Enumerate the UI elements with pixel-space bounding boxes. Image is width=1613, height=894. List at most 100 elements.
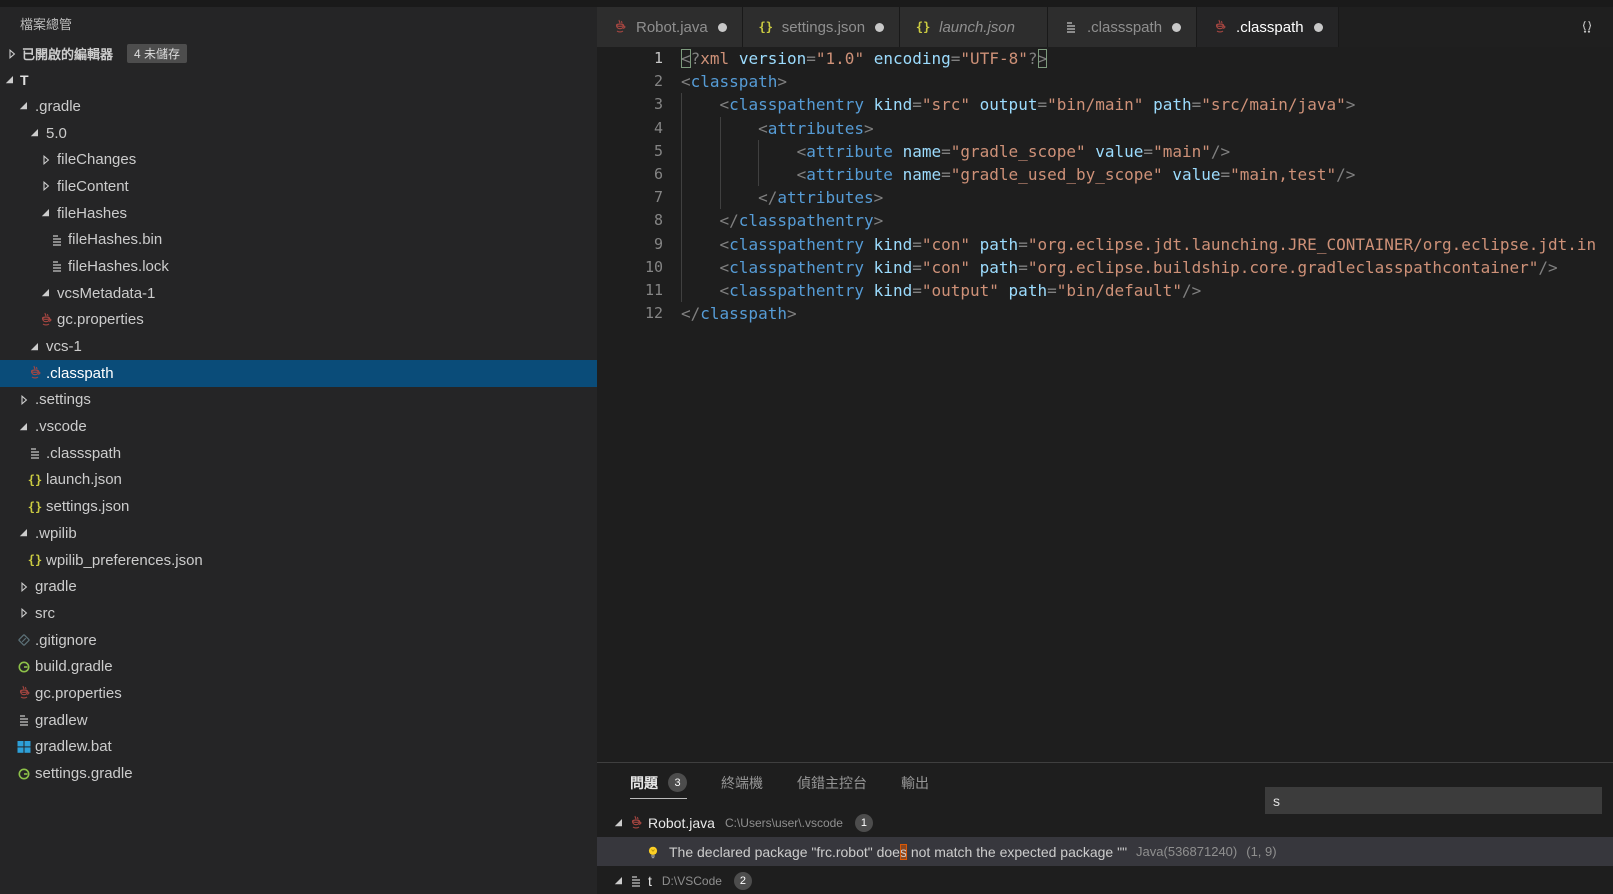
tree-item-build.gradle[interactable]: build.gradle xyxy=(0,653,597,680)
line-number[interactable]: 9 xyxy=(597,233,663,256)
code-line-text[interactable]: <classpath> xyxy=(681,70,787,93)
tab-settings.json[interactable]: {}settings.json xyxy=(743,7,900,47)
tree-item-label: .gitignore xyxy=(35,632,97,649)
twisty-closed-icon[interactable] xyxy=(37,178,55,194)
tree-item-fileHashes.lock[interactable]: fileHashes.lock xyxy=(0,253,597,280)
twisty-open-icon[interactable] xyxy=(37,205,55,221)
code-token: classpathentry xyxy=(729,281,864,300)
code-line-text[interactable]: <?xml version="1.0" encoding="UTF-8"?> xyxy=(681,47,1047,70)
split-editor-icon[interactable] xyxy=(1579,19,1595,35)
twisty-open-icon[interactable] xyxy=(26,339,44,355)
twisty-closed-icon[interactable] xyxy=(15,579,33,595)
code-line-text[interactable]: <attributes> xyxy=(681,117,874,140)
twisty-closed-icon[interactable] xyxy=(15,392,33,408)
tree-item-wpilib_preferences.json[interactable]: {}wpilib_preferences.json xyxy=(0,547,597,574)
tree-item-settings.gradle[interactable]: settings.gradle xyxy=(0,760,597,787)
twisty-closed-icon[interactable] xyxy=(15,605,33,621)
twisty-open-icon[interactable] xyxy=(2,72,18,88)
tree-item-label: vcsMetadata-1 xyxy=(57,285,155,302)
line-number[interactable]: 12 xyxy=(597,302,663,325)
panel-tab-輸出[interactable]: 輸出 xyxy=(901,764,929,801)
code-token: "output" xyxy=(922,281,999,300)
panel-tab-偵錯主控台[interactable]: 偵錯主控台 xyxy=(797,764,867,801)
twisty-open-icon[interactable] xyxy=(15,98,33,114)
code-line-text[interactable]: </attributes> xyxy=(681,186,883,209)
code-line-text[interactable]: <classpathentry kind="con" path="org.ecl… xyxy=(681,233,1596,256)
twisty-open-icon[interactable] xyxy=(37,285,55,301)
line-number[interactable]: 1 xyxy=(597,47,663,70)
line-number[interactable]: 5 xyxy=(597,140,663,163)
tree-item-gc.properties[interactable]: gc.properties xyxy=(0,680,597,707)
tree-item-.gradle[interactable]: .gradle xyxy=(0,93,597,120)
tab-Robot.java[interactable]: Robot.java xyxy=(597,7,743,47)
code-token: = xyxy=(912,235,922,254)
tree-item-vcsMetadata-1[interactable]: vcsMetadata-1 xyxy=(0,280,597,307)
tree-item-src[interactable]: src xyxy=(0,600,597,627)
problems-file-row-t[interactable]: tD:\VSCode2 xyxy=(597,866,1613,894)
tree-item-.vscode[interactable]: .vscode xyxy=(0,413,597,440)
tree-item-5.0[interactable]: 5.0 xyxy=(0,120,597,147)
code-token: classpathentry xyxy=(729,258,864,277)
code-editor[interactable]: 1 <?xml version="1.0" encoding="UTF-8"?> 2… xyxy=(597,47,1613,762)
line-number[interactable]: 4 xyxy=(597,117,663,140)
problems-file-badge: 1 xyxy=(855,814,873,832)
code-token: "org.eclipse.buildship.core.gradleclassp… xyxy=(1028,258,1539,277)
tree-item-label: gradlew xyxy=(35,712,88,729)
problem-row[interactable]: The declared package "frc.robot" does no… xyxy=(597,837,1613,866)
line-number[interactable]: 2 xyxy=(597,70,663,93)
code-line-text[interactable]: </classpathentry> xyxy=(681,209,883,232)
problems-filter xyxy=(1265,787,1602,814)
line-number[interactable]: 8 xyxy=(597,209,663,232)
problems-filter-input[interactable] xyxy=(1265,787,1580,814)
code-line-text[interactable]: <classpathentry kind="src" output="bin/m… xyxy=(681,93,1355,116)
tree-item-gc.properties[interactable]: gc.properties xyxy=(0,307,597,334)
tab-launch.json[interactable]: {}launch.json xyxy=(900,7,1048,47)
tree-item-fileChanges[interactable]: fileChanges xyxy=(0,146,597,173)
panel-tab-label: 輸出 xyxy=(901,773,929,793)
code-line-5: 5 <attribute name="gradle_scope" value="… xyxy=(597,140,1613,163)
tree-item-fileHashes.bin[interactable]: fileHashes.bin xyxy=(0,226,597,253)
tree-item-vcs-1[interactable]: vcs-1 xyxy=(0,333,597,360)
workspace-root-folder[interactable]: T xyxy=(0,67,597,93)
tree-item-launch.json[interactable]: {}launch.json xyxy=(0,467,597,494)
twisty-closed-icon[interactable] xyxy=(37,152,55,168)
line-number[interactable]: 6 xyxy=(597,163,663,186)
twisty-open-icon[interactable] xyxy=(15,419,33,435)
tree-item-.classpath[interactable]: .classpath xyxy=(0,360,597,387)
twisty-open-icon[interactable] xyxy=(15,525,33,541)
tree-item-gradle[interactable]: gradle xyxy=(0,573,597,600)
tree-item-.classspath[interactable]: .classspath xyxy=(0,440,597,467)
twisty-closed-icon[interactable] xyxy=(4,46,20,62)
panel-tab-終端機[interactable]: 終端機 xyxy=(721,764,763,801)
tree-item-.wpilib[interactable]: .wpilib xyxy=(0,520,597,547)
tree-item-settings.json[interactable]: {}settings.json xyxy=(0,493,597,520)
tree-item-fileContent[interactable]: fileContent xyxy=(0,173,597,200)
twisty-open-icon[interactable] xyxy=(26,125,44,141)
matched-bracket: > xyxy=(1038,49,1048,68)
code-line-text[interactable]: <attribute name="gradle_used_by_scope" v… xyxy=(681,163,1355,186)
code-token: < xyxy=(720,235,730,254)
filter-gear-icon[interactable] xyxy=(1580,793,1596,809)
tree-item-.settings[interactable]: .settings xyxy=(0,387,597,414)
twisty-open-icon[interactable] xyxy=(610,873,628,889)
code-line-text[interactable]: <classpathentry kind="con" path="org.ecl… xyxy=(681,256,1558,279)
panel-tab-問題[interactable]: 問題3 xyxy=(630,764,687,801)
line-number[interactable]: 7 xyxy=(597,186,663,209)
tree-item-gradlew.bat[interactable]: gradlew.bat xyxy=(0,734,597,761)
code-token: "gradle_used_by_scope" xyxy=(951,165,1163,184)
tab-.classpath[interactable]: .classpath xyxy=(1197,7,1339,47)
line-number[interactable]: 3 xyxy=(597,93,663,116)
tree-item-gradlew[interactable]: gradlew xyxy=(0,707,597,734)
tab-.classspath[interactable]: .classspath xyxy=(1048,7,1197,47)
tree-item-.gitignore[interactable]: .gitignore xyxy=(0,627,597,654)
editor-actions xyxy=(1579,7,1613,47)
code-line-text[interactable]: <attribute name="gradle_scope" value="ma… xyxy=(681,140,1230,163)
code-token: = xyxy=(1047,281,1057,300)
code-line-text[interactable]: <classpathentry kind="output" path="bin/… xyxy=(681,279,1201,302)
tree-item-fileHashes[interactable]: fileHashes xyxy=(0,200,597,227)
open-editors-section[interactable]: 已開啟的編輯器 4 未儲存 xyxy=(0,40,597,67)
twisty-open-icon[interactable] xyxy=(610,815,628,831)
line-number[interactable]: 11 xyxy=(597,279,663,302)
line-number[interactable]: 10 xyxy=(597,256,663,279)
code-line-text[interactable]: </classpath> xyxy=(681,302,797,325)
